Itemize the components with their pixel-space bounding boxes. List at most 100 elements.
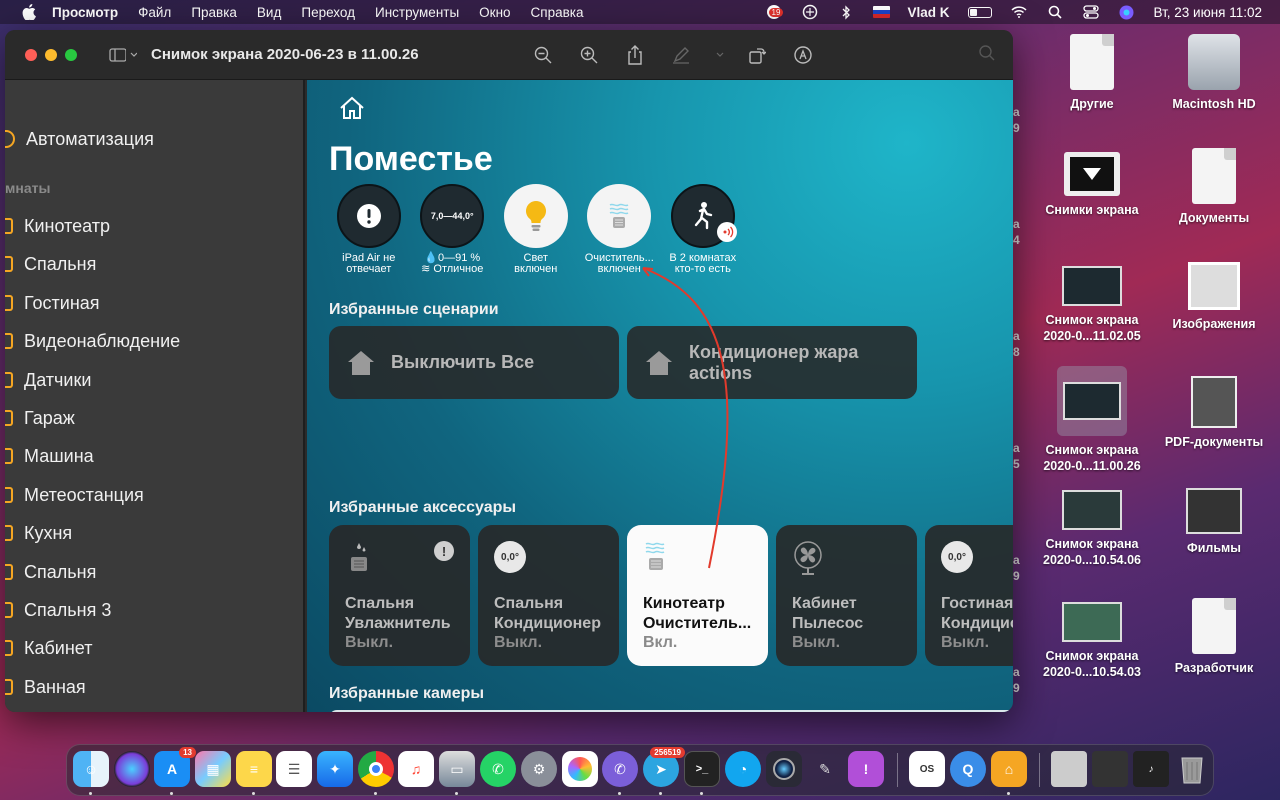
accessory-tile[interactable]: Кинотеатр Очиститель... Вкл. <box>627 525 768 666</box>
control-center-icon[interactable] <box>1082 5 1100 19</box>
desktop-item-documents[interactable]: Документы <box>1149 148 1279 226</box>
dock-safari[interactable]: ✦ <box>317 751 353 787</box>
zoom-out-button[interactable] <box>531 44 554 66</box>
wifi-icon[interactable] <box>1010 5 1028 19</box>
rotate-button[interactable] <box>745 44 768 66</box>
dock-telegram[interactable]: ➤ 256519 <box>643 747 685 787</box>
minimize-button[interactable] <box>45 48 57 61</box>
dock-files-stack[interactable]: ♪ <box>1133 751 1169 787</box>
apple-menu-icon[interactable] <box>22 4 36 20</box>
dock-viber[interactable]: ✆ <box>602 751 638 787</box>
input-source-flag-icon[interactable] <box>872 6 890 18</box>
desktop-item-images[interactable]: Изображения <box>1149 262 1279 332</box>
dock-music[interactable]: ♫ <box>398 751 434 787</box>
desktop-item-screenshot-4[interactable]: Снимок экрана 2020-0...10.54.03 <box>1027 602 1157 680</box>
desktop-item-movies[interactable]: Фильмы <box>1149 488 1279 556</box>
calendar-status-icon[interactable]: 19 <box>765 5 784 19</box>
menu-tools[interactable]: Инструменты <box>375 5 459 20</box>
sidebar-item-room[interactable]: Видеонаблюдение <box>5 326 180 356</box>
desktop-item-screenshot-selected[interactable]: Снимок экрана 2020-0...11.00.26 <box>1027 366 1157 474</box>
desktop-item-screenshot-3[interactable]: Снимок экрана 2020-0...10.54.06 <box>1027 490 1157 568</box>
spotlight-search-icon[interactable] <box>1046 5 1064 19</box>
dock-quicktime[interactable]: Q <box>950 751 986 787</box>
sidebar-item-room[interactable]: Кабинет <box>5 633 92 663</box>
macos-installer-icon: OS <box>919 763 935 775</box>
camera-preview-strip[interactable] <box>329 710 1013 712</box>
sidebar-item-room[interactable]: Спальня <box>5 557 96 587</box>
status-item-ipad[interactable]: iPad Air не отвечает <box>327 184 411 275</box>
accessory-tile[interactable]: 0,0° Гостиная Кондицио Выкл. <box>925 525 1013 666</box>
user-name[interactable]: Vlad K <box>908 5 950 20</box>
desktop-item-others[interactable]: Другие <box>1027 34 1157 112</box>
dock-macos-installer[interactable]: OS <box>909 751 945 787</box>
home-button[interactable] <box>339 96 365 125</box>
search-button[interactable] <box>979 45 995 66</box>
sidebar-item-room[interactable]: Машина <box>5 441 94 471</box>
accessory-tile[interactable]: ! Спальня Увлажнитель Выкл. <box>329 525 470 666</box>
sidebar-item-room[interactable]: Ванная <box>5 672 86 702</box>
sidebar-item-room[interactable]: Гараж <box>5 403 75 433</box>
siri-icon[interactable] <box>1118 5 1136 19</box>
dock-chrome[interactable] <box>358 751 394 787</box>
sidebar-item-room[interactable]: Гостиная <box>5 288 100 318</box>
dock-camera-app[interactable] <box>766 751 802 787</box>
accessory-tile[interactable]: 0,0° Спальня Кондиционер Выкл. <box>478 525 619 666</box>
accessory-tile[interactable]: Кабинет Пылесос Выкл. <box>776 525 917 666</box>
markup-menu-button[interactable] <box>715 44 725 66</box>
sidebar-item-room[interactable]: Метеостанция <box>5 480 144 510</box>
dock-downloads-stack[interactable] <box>1051 751 1087 787</box>
dock-app-store[interactable]: A 13 <box>154 747 196 787</box>
desktop-item-screenshot-1[interactable]: Снимок экрана 2020-0...11.02.05 <box>1027 266 1157 344</box>
dock-feedback-assistant[interactable]: ! <box>848 751 884 787</box>
dock-preview[interactable]: ▭ <box>439 751 475 787</box>
dock-launchpad[interactable]: ▦ <box>195 751 231 787</box>
status-item-climate[interactable]: 7,0—44,0° 💧0—91 % ≋ Отличное <box>411 184 495 275</box>
menu-window[interactable]: Окно <box>479 5 510 20</box>
sidebar-item-automation[interactable]: Автоматизация <box>5 124 154 154</box>
menu-view[interactable]: Вид <box>257 5 281 20</box>
sidebar-item-room[interactable]: Спальня 3 <box>5 595 111 625</box>
menu-go[interactable]: Переход <box>301 5 355 20</box>
scene-tile[interactable]: Выключить Все <box>329 326 619 399</box>
annotate-button[interactable] <box>791 44 814 66</box>
share-button[interactable] <box>623 44 646 66</box>
vpn-status-icon[interactable] <box>801 4 819 20</box>
menu-app-name[interactable]: Просмотр <box>52 5 118 20</box>
dock-photos[interactable] <box>562 751 598 787</box>
menu-help[interactable]: Справка <box>531 5 584 20</box>
desktop-item-macintosh-hd[interactable]: Macintosh HD <box>1149 34 1279 112</box>
sidebar-item-room[interactable]: Датчики <box>5 365 91 395</box>
markup-button[interactable] <box>669 44 692 66</box>
menu-file[interactable]: Файл <box>138 5 171 20</box>
sidebar-item-room[interactable]: Кухня <box>5 518 72 548</box>
close-button[interactable] <box>25 48 37 61</box>
menu-edit[interactable]: Правка <box>191 5 237 20</box>
sidebar-item-room[interactable]: Спальня <box>5 249 96 279</box>
dock-finder[interactable]: ☺ <box>73 751 109 787</box>
dock-home[interactable]: ⌂ <box>991 751 1027 787</box>
zoom-button[interactable] <box>65 48 77 61</box>
dock-whatsapp[interactable]: ✆ <box>480 751 516 787</box>
status-item-purifier[interactable]: Очиститель... включен <box>578 184 662 275</box>
dock-siri[interactable] <box>114 751 150 787</box>
dock-terminal[interactable]: >_ <box>684 751 720 787</box>
dock-recent-stack[interactable] <box>1092 751 1128 787</box>
desktop-item-developer[interactable]: Разработчик <box>1149 598 1279 676</box>
zoom-in-button[interactable] <box>577 44 600 66</box>
status-item-lights[interactable]: Свет включен <box>494 184 578 275</box>
sidebar-toggle-button[interactable] <box>109 46 137 64</box>
menu-clock[interactable]: Вт, 23 июня 11:02 <box>1154 5 1262 20</box>
sidebar-item-room[interactable]: Кинотеатр <box>5 211 110 241</box>
dock-system-preferences[interactable]: ⚙ <box>521 751 557 787</box>
status-item-occupancy[interactable]: В 2 комнатах кто-то есть <box>661 184 745 275</box>
dock-pen-tool[interactable]: ✎ <box>807 751 843 787</box>
dock-notes[interactable]: ≡ <box>236 751 272 787</box>
dock-reminders[interactable]: ☰ <box>276 751 312 787</box>
desktop-item-screenshots-folder[interactable]: Снимки экрана <box>1027 152 1157 218</box>
desktop-item-pdf[interactable]: PDF-документы <box>1149 376 1279 450</box>
battery-icon[interactable] <box>967 6 992 18</box>
bluetooth-icon[interactable] <box>837 4 855 20</box>
dock-trash[interactable] <box>1174 751 1210 787</box>
dock-wifi-tool[interactable]: ◔ <box>725 751 761 787</box>
scene-tile[interactable]: Кондиционер жара actions <box>627 326 917 399</box>
